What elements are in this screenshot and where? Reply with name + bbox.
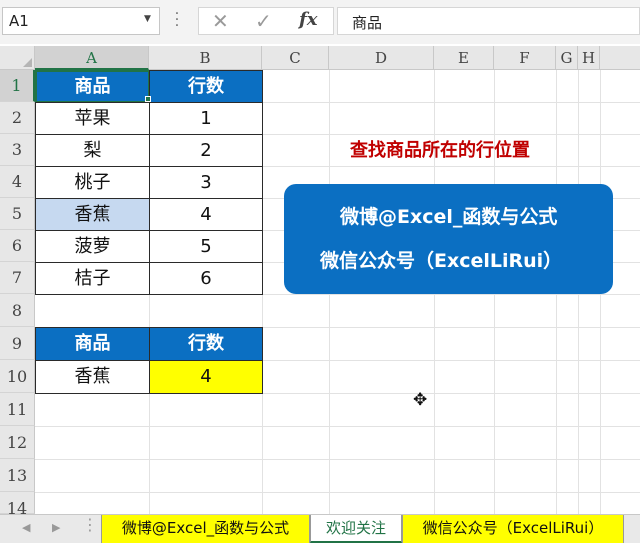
banner-weibo-text: 微博@Excel_函数与公式 bbox=[340, 206, 558, 228]
row-header-5[interactable]: 5 bbox=[0, 198, 35, 230]
row-header-4[interactable]: 4 bbox=[0, 166, 35, 198]
grid-line bbox=[35, 492, 640, 493]
tab-separator-icon: ⋮ bbox=[82, 515, 98, 534]
row-header-7[interactable]: 7 bbox=[0, 262, 35, 294]
column-header-g[interactable]: G bbox=[556, 46, 578, 70]
column-header-d[interactable]: D bbox=[329, 46, 434, 70]
column-header-b[interactable]: B bbox=[149, 46, 262, 70]
enter-icon[interactable]: ✓ bbox=[255, 9, 272, 33]
table1-cell-rownum[interactable]: 4 bbox=[149, 198, 263, 231]
column-header-empty bbox=[600, 46, 640, 70]
row-header-14[interactable]: 14 bbox=[0, 492, 35, 514]
promo-banner: 微博@Excel_函数与公式 微信公众号（ExcelLiRui） bbox=[284, 184, 613, 294]
sheet-tab-welcome[interactable]: 欢迎关注 bbox=[310, 515, 402, 543]
table1-cell-product-highlighted[interactable]: 香蕉 bbox=[35, 198, 150, 231]
table1-cell-rownum[interactable]: 1 bbox=[149, 102, 263, 135]
column-header-e[interactable]: E bbox=[434, 46, 494, 70]
banner-wechat-text: 微信公众号（ExcelLiRui） bbox=[320, 250, 563, 272]
table1-cell-product[interactable]: 苹果 bbox=[35, 102, 150, 135]
sheet-tab-weibo[interactable]: 微博@Excel_函数与公式 bbox=[101, 515, 310, 543]
grid-line bbox=[35, 459, 640, 460]
column-header-h[interactable]: H bbox=[578, 46, 600, 70]
table2-header-product[interactable]: 商品 bbox=[35, 327, 150, 361]
table1-cell-product[interactable]: 梨 bbox=[35, 134, 150, 167]
name-box[interactable]: A1 bbox=[2, 7, 160, 35]
grid-line bbox=[35, 426, 640, 427]
table2-cell-product[interactable]: 香蕉 bbox=[35, 360, 150, 394]
table2-cell-result[interactable]: 4 bbox=[149, 360, 263, 394]
sheet-tab-wechat[interactable]: 微信公众号（ExcelLiRui） bbox=[402, 515, 624, 543]
column-header-c[interactable]: C bbox=[262, 46, 329, 70]
table1-cell-rownum[interactable]: 5 bbox=[149, 230, 263, 263]
column-header-f[interactable]: F bbox=[494, 46, 556, 70]
row-header-10[interactable]: 10 bbox=[0, 360, 35, 393]
table1-cell-rownum[interactable]: 2 bbox=[149, 134, 263, 167]
row-header-11[interactable]: 11 bbox=[0, 393, 35, 426]
row-header-6[interactable]: 6 bbox=[0, 230, 35, 262]
tab-scroll-left-icon[interactable]: ◀ bbox=[22, 521, 30, 534]
table1-cell-rownum[interactable]: 6 bbox=[149, 262, 263, 295]
row-header-2[interactable]: 2 bbox=[0, 102, 35, 134]
cancel-icon[interactable]: ✕ bbox=[212, 9, 229, 33]
row-header-1[interactable]: 1 bbox=[0, 70, 35, 102]
table1-cell-product[interactable]: 菠萝 bbox=[35, 230, 150, 263]
table1-cell-rownum[interactable]: 3 bbox=[149, 166, 263, 199]
chevron-down-icon[interactable]: ▼ bbox=[144, 14, 151, 24]
row-header-8[interactable]: 8 bbox=[0, 294, 35, 327]
table1-cell-product[interactable]: 桃子 bbox=[35, 166, 150, 199]
table1-header-product[interactable]: 商品 bbox=[35, 70, 150, 103]
table1-header-rownum[interactable]: 行数 bbox=[149, 70, 263, 103]
row-header-3[interactable]: 3 bbox=[0, 134, 35, 166]
row-header-13[interactable]: 13 bbox=[0, 459, 35, 492]
row-header-9[interactable]: 9 bbox=[0, 327, 35, 360]
table1-cell-product[interactable]: 桔子 bbox=[35, 262, 150, 295]
insert-function-icon[interactable]: fx bbox=[299, 9, 317, 30]
table2-header-rownum[interactable]: 行数 bbox=[149, 327, 263, 361]
column-header-a[interactable]: A bbox=[35, 46, 149, 70]
tab-scroll-right-icon[interactable]: ▶ bbox=[52, 521, 60, 534]
worksheet-grid[interactable]: A B C D E F G H 1 2 3 4 5 6 7 8 9 10 11 … bbox=[0, 46, 640, 514]
note-title: 查找商品所在的行位置 bbox=[350, 140, 530, 161]
sheet-tab-bar: ◀ ▶ ⋮ 微博@Excel_函数与公式 欢迎关注 微信公众号（ExcelLiR… bbox=[0, 514, 640, 543]
cell-cursor-icon: ✥ bbox=[413, 390, 428, 410]
formula-input[interactable]: 商品 bbox=[337, 7, 640, 35]
row-header-12[interactable]: 12 bbox=[0, 426, 35, 459]
formula-bar: A1 ▼ · · · ✕ ✓ fx 商品 bbox=[0, 0, 640, 44]
more-options-icon[interactable]: · · · bbox=[174, 7, 180, 33]
select-all-triangle-icon bbox=[23, 58, 32, 67]
